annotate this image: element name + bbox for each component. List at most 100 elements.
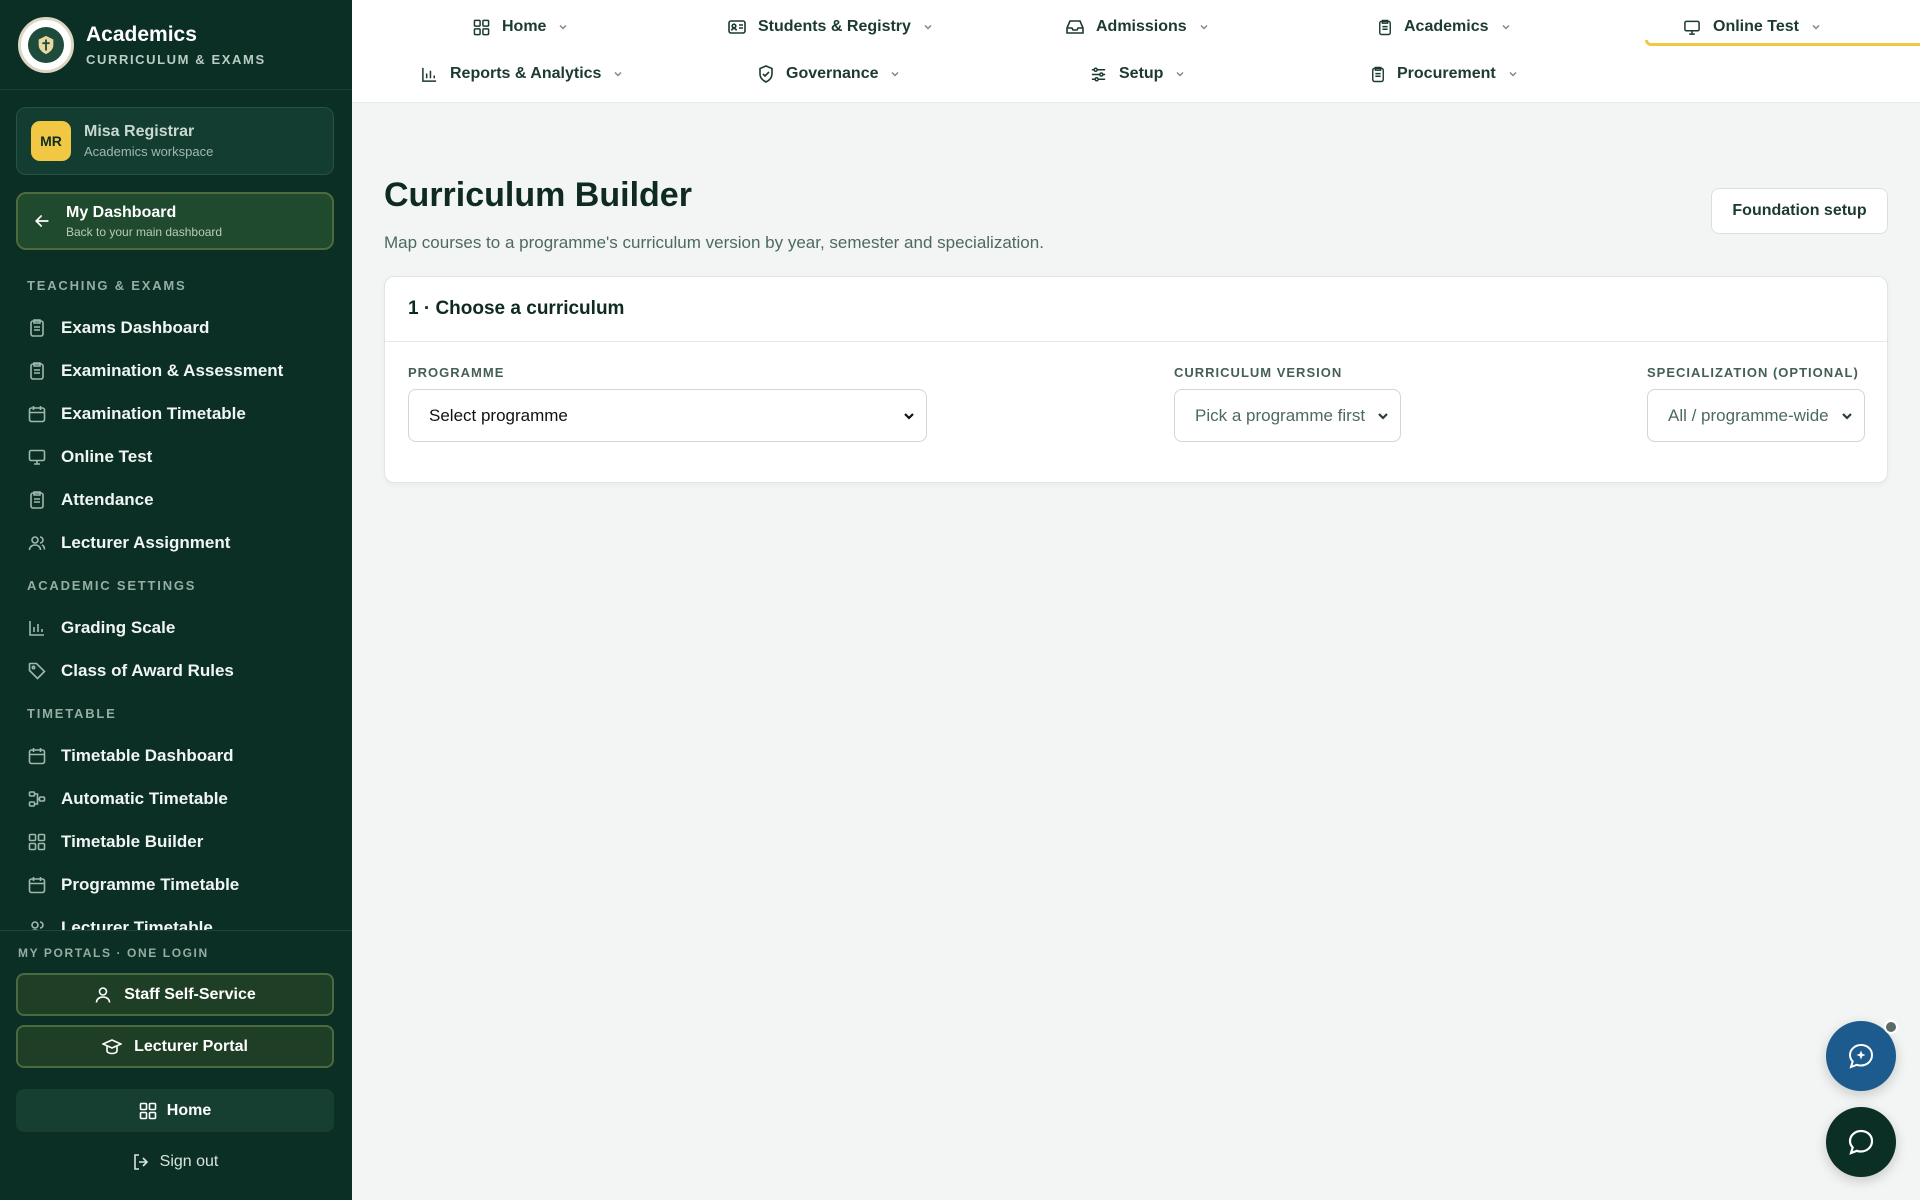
- nav-procurement[interactable]: Procurement: [1371, 60, 1518, 88]
- chevron-down-icon: [1501, 24, 1510, 30]
- sign-out-button[interactable]: Sign out: [16, 1142, 334, 1182]
- brand-subtitle: CURRICULUM & EXAMS: [86, 51, 266, 67]
- chevron-down-icon: [559, 24, 567, 30]
- crest-logo: [18, 16, 74, 73]
- clipboard-icon: [28, 361, 46, 380]
- sidebar-item-label: Grading Scale: [61, 617, 176, 637]
- clipboard-icon: [1372, 66, 1384, 82]
- avatar: MR: [31, 121, 71, 161]
- sidebar-item-online-test[interactable]: Online Test: [0, 435, 352, 478]
- sidebar-item-label: Attendance: [61, 489, 154, 509]
- chevron-down-icon: [1176, 71, 1184, 77]
- clipboard-icon: [28, 318, 46, 337]
- sidebar-item-automatic-timetable[interactable]: Automatic Timetable: [0, 777, 352, 820]
- nav-home-label: Home: [502, 18, 547, 35]
- grid-icon: [473, 19, 490, 35]
- chevron-down-icon: [891, 71, 900, 77]
- staff-self-service-button[interactable]: Staff Self-Service: [16, 973, 334, 1016]
- brand-header: Academics CURRICULUM & EXAMS: [0, 0, 352, 90]
- sidebar-nav[interactable]: TEACHING & EXAMS Exams Dashboard Examina…: [0, 266, 352, 930]
- specialization-select[interactable]: All / programme-wide: [1647, 389, 1865, 442]
- clipboard-icon: [28, 490, 46, 509]
- top-navigation: Home Students & Registry Admissions Acad…: [352, 0, 1920, 103]
- curriculum-version-label: CURRICULUM VERSION: [1174, 365, 1343, 380]
- chevron-down-icon: [1812, 24, 1820, 30]
- sidebar-item-lecturer-timetable[interactable]: Lecturer Timetable: [0, 906, 352, 930]
- home-button[interactable]: Home: [16, 1089, 334, 1132]
- nav-online-test-label: Online Test: [1713, 18, 1799, 35]
- specialization-label: SPECIALIZATION (OPTIONAL): [1647, 365, 1859, 380]
- sidebar-item-programme-timetable[interactable]: Programme Timetable: [0, 863, 352, 906]
- sidebar-item-timetable-dashboard[interactable]: Timetable Dashboard: [0, 734, 352, 777]
- sidebar-item-label: Lecturer Assignment: [61, 532, 231, 552]
- sidebar-item-grading-scale[interactable]: Grading Scale: [0, 606, 352, 649]
- chevron-down-icon: [1200, 24, 1208, 30]
- sliders-icon: [1091, 67, 1106, 81]
- nav-students-registry[interactable]: Students & Registry: [728, 13, 933, 41]
- sidebar-item-exams-dashboard[interactable]: Exams Dashboard: [0, 306, 352, 349]
- page-subtitle: Map courses to a programme's curriculum …: [384, 233, 1044, 252]
- arrow-left-icon: [34, 215, 49, 227]
- foundation-setup-button[interactable]: Foundation setup: [1711, 188, 1888, 234]
- curriculum-version-select[interactable]: Pick a programme first: [1174, 389, 1401, 442]
- nav-home[interactable]: Home: [473, 13, 568, 41]
- user-workspace: Academics workspace: [84, 144, 214, 159]
- sidebar-item-examination-assessment[interactable]: Examination & Assessment: [0, 349, 352, 392]
- users-icon: [28, 534, 46, 552]
- sidebar-item-label: Examination Timetable: [61, 403, 246, 423]
- nav-setup[interactable]: Setup: [1090, 60, 1185, 88]
- sidebar-item-examination-timetable[interactable]: Examination Timetable: [0, 392, 352, 435]
- sidebar: Academics CURRICULUM & EXAMS MR Misa Reg…: [0, 0, 352, 1200]
- section-label-timetable: TIMETABLE: [27, 706, 117, 721]
- page-title: Curriculum Builder: [384, 176, 692, 214]
- monitor-icon: [1684, 20, 1700, 35]
- tag-icon: [28, 662, 46, 680]
- nav-admissions[interactable]: Admissions: [1066, 13, 1209, 41]
- sidebar-item-timetable-builder[interactable]: Timetable Builder: [0, 820, 352, 863]
- nav-setup-label: Setup: [1119, 65, 1164, 82]
- users-icon: [28, 919, 46, 930]
- specialization-select-value: All / programme-wide: [1668, 405, 1829, 425]
- workflow-icon: [28, 790, 46, 808]
- my-dashboard-button[interactable]: My Dashboard Back to your main dashboard: [16, 192, 334, 250]
- nav-governance[interactable]: Governance: [758, 60, 900, 88]
- sidebar-item-lecturer-assignment[interactable]: Lecturer Assignment: [0, 521, 352, 564]
- section-label-teaching: TEACHING & EXAMS: [27, 278, 187, 293]
- grid-icon: [28, 833, 46, 851]
- nav-academics[interactable]: Academics: [1378, 13, 1511, 41]
- chat-button[interactable]: [1826, 1107, 1896, 1177]
- calendar-icon: [28, 405, 46, 423]
- chevron-down-icon: [1378, 413, 1388, 420]
- bar-chart-icon: [28, 619, 46, 637]
- staff-self-service-label: Staff Self-Service: [124, 985, 256, 1003]
- lecturer-portal-label: Lecturer Portal: [134, 1037, 248, 1055]
- shield-check-icon: [759, 65, 773, 83]
- chevron-down-icon: [614, 71, 622, 77]
- home-label: Home: [166, 1101, 212, 1119]
- nav-students-registry-label: Students & Registry: [758, 18, 911, 35]
- status-dot: [1884, 1020, 1898, 1034]
- portals-label: MY PORTALS · ONE LOGIN: [18, 946, 209, 960]
- curriculum-version-select-value: Pick a programme first: [1195, 405, 1366, 425]
- user-icon: [95, 986, 111, 1003]
- sparkle-chat-icon: [1848, 1043, 1874, 1069]
- chevron-down-icon: [924, 24, 932, 30]
- sidebar-item-label: Timetable Builder: [61, 831, 204, 851]
- bar-chart-icon: [422, 67, 437, 82]
- nav-reports-analytics[interactable]: Reports & Analytics: [421, 60, 623, 88]
- user-name: Misa Registrar: [84, 123, 195, 140]
- user-card[interactable]: MR Misa Registrar Academics workspace: [16, 107, 334, 175]
- nav-procurement-label: Procurement: [1397, 65, 1496, 82]
- monitor-icon: [28, 448, 46, 466]
- programme-label: PROGRAMME: [408, 365, 505, 380]
- sidebar-item-class-of-award-rules[interactable]: Class of Award Rules: [0, 649, 352, 692]
- programme-select[interactable]: Select programme: [408, 389, 927, 442]
- chevron-down-icon: [904, 413, 914, 420]
- nav-online-test[interactable]: Online Test: [1683, 13, 1821, 41]
- sidebar-item-label: Online Test: [61, 446, 153, 466]
- nav-governance-label: Governance: [786, 65, 879, 82]
- sidebar-item-label: Examination & Assessment: [61, 360, 284, 380]
- lecturer-portal-button[interactable]: Lecturer Portal: [16, 1025, 334, 1068]
- sidebar-item-label: Programme Timetable: [61, 874, 240, 894]
- sidebar-item-attendance[interactable]: Attendance: [0, 478, 352, 521]
